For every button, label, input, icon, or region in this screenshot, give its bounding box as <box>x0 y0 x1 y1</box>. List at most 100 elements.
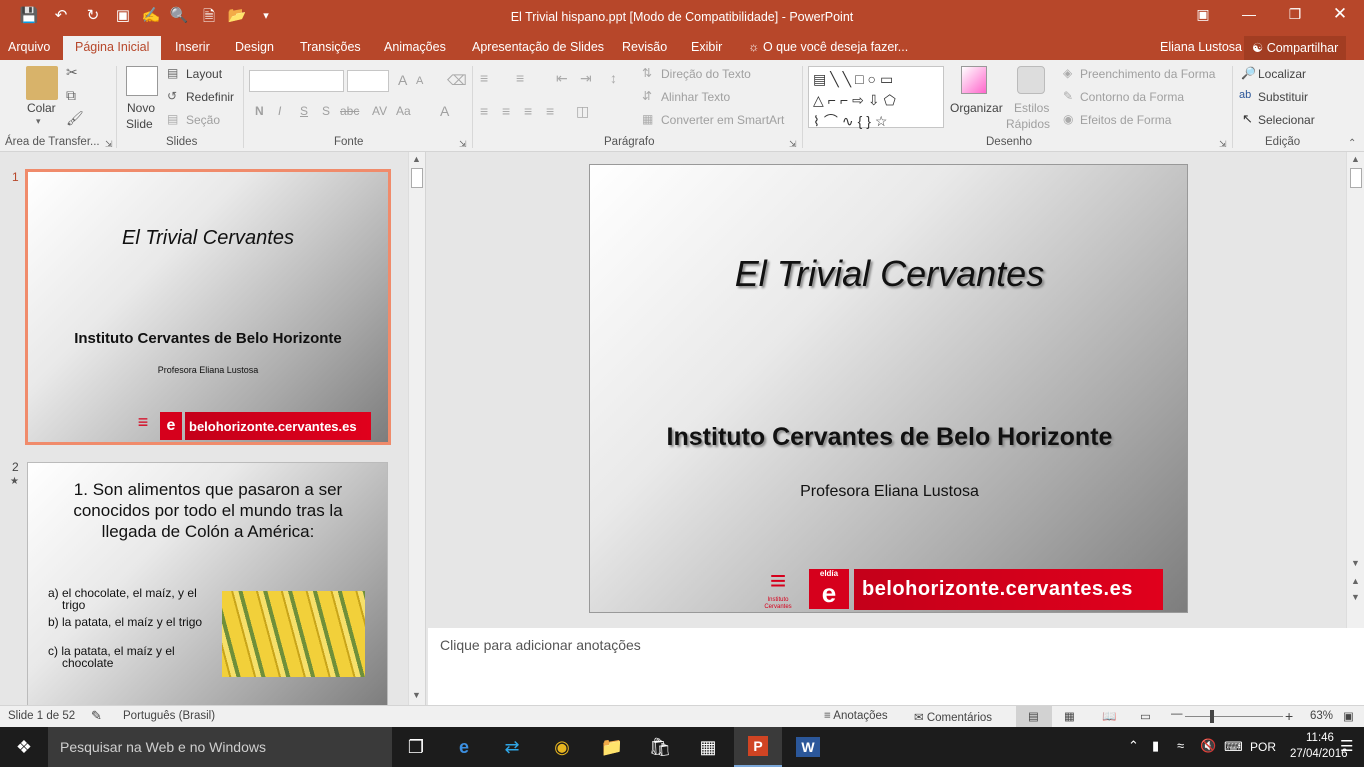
scroll-up-icon[interactable]: ▲ <box>412 154 421 164</box>
tab-apresentacao[interactable]: Apresentação de Slides <box>472 40 604 54</box>
drawing-launcher-icon[interactable]: ⇲ <box>1219 139 1227 150</box>
store-icon[interactable]: 🛍 <box>636 727 684 767</box>
tab-pagina-inicial[interactable]: Página Inicial <box>63 36 162 60</box>
arrange-icon[interactable] <box>961 66 987 94</box>
close-icon[interactable]: ✕ <box>1320 4 1360 24</box>
zoom-in-icon[interactable]: + <box>1285 708 1293 724</box>
arrange-button[interactable]: Organizar <box>950 101 1003 115</box>
select-button[interactable]: Selecionar <box>1258 113 1315 127</box>
editor-scroll-down-icon[interactable]: ▼ <box>1351 558 1360 568</box>
taskbar-search-text[interactable]: Pesquisar na Web e no Windows <box>60 739 266 755</box>
clock-time[interactable]: 11:46 <box>1306 732 1334 744</box>
editor-scrollbar[interactable]: ▲ ▼ ▲ ▼ <box>1346 152 1364 628</box>
underline-button[interactable]: S <box>300 104 308 118</box>
font-launcher-icon[interactable]: ⇲ <box>459 139 467 150</box>
cut-icon[interactable]: ✂ <box>66 64 78 81</box>
teamviewer-icon[interactable]: ⇄ <box>488 727 536 767</box>
tab-revisao[interactable]: Revisão <box>622 40 667 54</box>
tab-transicoes[interactable]: Transições <box>300 40 361 54</box>
reset-button[interactable]: Redefinir <box>186 90 234 104</box>
new-slide-label-2[interactable]: Slide <box>126 117 153 131</box>
zoom-level[interactable]: 63% <box>1310 710 1333 722</box>
slide-sorter-icon[interactable]: ▦ <box>1064 709 1075 723</box>
quick-styles-label-2[interactable]: Rápidos <box>1006 117 1050 131</box>
clear-format-icon[interactable]: ⌫ <box>447 72 467 89</box>
increase-indent-icon[interactable]: ⇥ <box>580 70 592 87</box>
bold-button[interactable]: N <box>255 104 264 118</box>
strikethrough-button[interactable]: abc <box>340 104 359 118</box>
line-spacing-icon[interactable]: ↕ <box>610 70 617 86</box>
battery-icon[interactable]: ▮ <box>1152 738 1159 754</box>
align-center-icon[interactable]: ≡ <box>502 103 510 119</box>
slide-author[interactable]: Profesora Eliana Lustosa <box>590 483 1189 501</box>
chrome-icon[interactable]: ◉ <box>538 727 586 767</box>
volume-icon[interactable]: 🔇 <box>1200 738 1216 754</box>
slide-title[interactable]: El Trivial Cervantes <box>590 253 1189 295</box>
shape-fill-button[interactable]: Preenchimento da Forma <box>1080 67 1215 81</box>
tab-exibir[interactable]: Exibir <box>691 40 722 54</box>
thumbnail-slide-2[interactable]: 1. Son alimentos que pasaron a ser conoc… <box>27 462 388 707</box>
tab-animacoes[interactable]: Animações <box>384 40 446 54</box>
new-slide-button[interactable]: Novo <box>127 101 155 115</box>
tell-me-search[interactable]: ☼ O que você deseja fazer... <box>748 40 908 54</box>
format-painter-icon[interactable]: 🖌 <box>66 110 84 127</box>
spell-check-icon[interactable]: ✎ <box>91 708 102 724</box>
file-explorer-icon[interactable]: 📁 <box>588 727 636 767</box>
quick-styles-icon[interactable] <box>1017 66 1045 94</box>
layout-button[interactable]: Layout <box>186 67 222 81</box>
tab-inserir[interactable]: Inserir <box>175 40 210 54</box>
restore-icon[interactable]: ❐ <box>1275 6 1315 23</box>
clipboard-paste-icon[interactable] <box>26 66 58 100</box>
tray-chevron-icon[interactable]: ⌃ <box>1128 738 1139 754</box>
clipboard-launcher-icon[interactable]: ⇲ <box>105 139 113 150</box>
char-spacing-icon[interactable]: AV <box>372 104 387 118</box>
clock-date[interactable]: 27/04/2016 <box>1290 748 1348 760</box>
fit-slide-icon[interactable]: ▣ <box>1343 709 1354 723</box>
decrease-indent-icon[interactable]: ⇤ <box>556 70 568 87</box>
notes-pane[interactable]: Clique para adicionar anotações <box>428 628 1364 705</box>
shape-outline-button[interactable]: Contorno da Forma <box>1080 90 1184 104</box>
align-left-icon[interactable]: ≡ <box>480 103 488 119</box>
task-view-icon[interactable]: ❐ <box>392 727 440 767</box>
previous-slide-icon[interactable]: ▲ <box>1351 576 1360 586</box>
language-indicator[interactable]: Português (Brasil) <box>123 710 215 722</box>
notes-toggle[interactable]: ≡ Anotações <box>824 710 888 722</box>
align-text-button[interactable]: Alinhar Texto <box>661 90 730 104</box>
thumbnail-slide-1[interactable]: El Trivial Cervantes Instituto Cervantes… <box>25 169 391 445</box>
main-slide[interactable]: El Trivial Cervantes Instituto Cervantes… <box>589 164 1188 613</box>
replace-button[interactable]: Substituir <box>1258 90 1308 104</box>
ribbon-display-icon[interactable]: ▣ <box>1183 6 1223 23</box>
smartart-button[interactable]: Converter em SmartArt <box>661 113 784 127</box>
grow-font-button[interactable]: A <box>398 72 407 88</box>
slide-subtitle[interactable]: Instituto Cervantes de Belo Horizonte <box>590 423 1189 452</box>
justify-icon[interactable]: ≡ <box>546 103 554 119</box>
scroll-thumb[interactable] <box>411 168 423 188</box>
normal-view-button[interactable]: ▤ <box>1016 706 1052 727</box>
italic-button[interactable]: I <box>278 104 281 118</box>
tab-arquivo[interactable]: Arquivo <box>8 40 50 54</box>
zoom-slider-track[interactable] <box>1185 716 1283 717</box>
wifi-icon[interactable]: ≈ <box>1177 738 1184 753</box>
windows-start-icon[interactable]: ❖ <box>0 727 48 767</box>
copy-icon[interactable]: ⧉ <box>66 87 76 104</box>
tab-design[interactable]: Design <box>235 40 274 54</box>
notifications-icon[interactable]: ☰ <box>1340 737 1353 755</box>
zoom-out-icon[interactable]: — <box>1171 708 1183 720</box>
taskbar-search[interactable]: Pesquisar na Web e no Windows <box>48 727 392 767</box>
align-right-icon[interactable]: ≡ <box>524 103 532 119</box>
editor-scroll-up-icon[interactable]: ▲ <box>1351 154 1360 164</box>
columns-icon[interactable]: ◫ <box>576 103 589 120</box>
calculator-icon[interactable]: ▦ <box>684 727 732 767</box>
user-name[interactable]: Eliana Lustosa <box>1160 40 1242 54</box>
reading-view-icon[interactable]: 📖 <box>1102 709 1116 723</box>
paste-dropdown-icon[interactable]: ▾ <box>36 116 41 127</box>
paragraph-launcher-icon[interactable]: ⇲ <box>789 139 797 150</box>
share-button[interactable]: ☯ Compartilhar <box>1244 36 1347 60</box>
font-color-button[interactable]: A <box>440 103 449 119</box>
section-button[interactable]: Seção <box>186 113 220 127</box>
find-button[interactable]: Localizar <box>1258 67 1306 81</box>
paste-button[interactable]: Colar <box>27 101 56 115</box>
notes-placeholder[interactable]: Clique para adicionar anotações <box>440 637 641 653</box>
numbering-icon[interactable]: ≡ <box>516 70 524 86</box>
font-name-combo[interactable] <box>249 70 344 92</box>
